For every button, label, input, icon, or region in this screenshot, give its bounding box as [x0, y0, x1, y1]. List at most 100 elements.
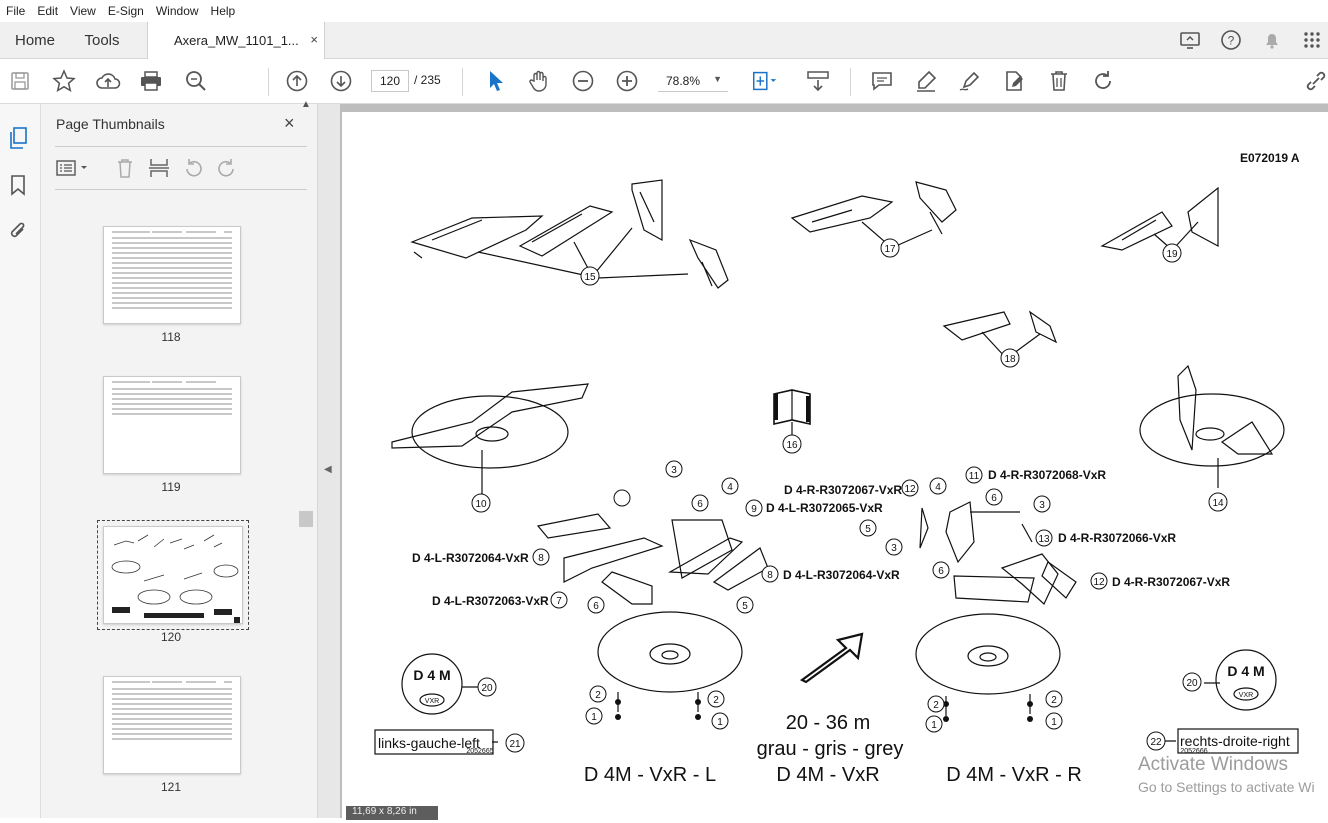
page-thumbnail[interactable]: [103, 676, 241, 774]
callout-number: 19: [1166, 249, 1178, 260]
menu-file[interactable]: File: [0, 4, 31, 18]
panel-title: Page Thumbnails: [56, 116, 165, 132]
comment-icon[interactable]: [868, 67, 896, 95]
badge-main-right: D 4 M: [1227, 663, 1264, 679]
chevron-down-icon: ▼: [713, 74, 722, 84]
rotate-counterclockwise-icon[interactable]: [181, 156, 205, 180]
panel-divider: [55, 189, 307, 190]
panel-splitter[interactable]: ◀: [318, 104, 340, 818]
page-thumbnail-current[interactable]: [97, 520, 249, 630]
scroll-up-icon[interactable]: ▲: [301, 99, 311, 110]
callout-number: 3: [1039, 500, 1045, 511]
tab-document-title: Axera_MW_1101_1...: [174, 33, 299, 48]
callout-number: 8: [538, 553, 544, 564]
tab-bar: Home Tools Axera_MW_1101_1... × ?: [0, 22, 1328, 59]
part-label: D 4-R-R3072068-VxR: [988, 468, 1106, 482]
page-thumbnail[interactable]: [103, 376, 241, 474]
scroll-mode-icon[interactable]: [804, 67, 832, 95]
callout-number: 6: [938, 566, 944, 577]
tab-tools[interactable]: Tools: [72, 22, 132, 58]
panel-close-button[interactable]: ×: [284, 113, 295, 134]
model-right-text: D 4M - VxR - R: [946, 764, 1082, 786]
callout-number: 1: [1051, 717, 1057, 728]
menu-edit[interactable]: Edit: [31, 4, 64, 18]
callout-number: 5: [742, 601, 748, 612]
page-thumbnail[interactable]: [103, 226, 241, 324]
page-thumbnails-icon[interactable]: [8, 126, 30, 155]
tab-document[interactable]: Axera_MW_1101_1... ×: [147, 22, 325, 59]
zoom-in-icon[interactable]: [613, 67, 641, 95]
callout-number: 2: [933, 700, 939, 711]
working-range-text: 20 - 36 m: [786, 712, 870, 734]
thumbnail-page-label: 119: [161, 480, 181, 494]
hand-tool-icon[interactable]: [525, 67, 553, 95]
callout-number: 9: [751, 504, 757, 515]
bookmark-star-icon[interactable]: [50, 67, 78, 95]
callout-number: 3: [671, 465, 677, 476]
zoom-out-icon[interactable]: [569, 67, 597, 95]
callout-number: 4: [935, 482, 941, 493]
activation-watermark-sub: Go to Settings to activate Wi: [1138, 779, 1315, 795]
tab-close-button[interactable]: ×: [310, 32, 318, 47]
scrollbar-thumb[interactable]: [299, 511, 313, 527]
part-label: D 4-L-R3072064-VxR: [783, 568, 900, 582]
print-icon[interactable]: [137, 67, 165, 95]
callout-number: 1: [591, 712, 597, 723]
select-cursor-icon[interactable]: [481, 67, 509, 95]
save-icon[interactable]: [6, 67, 34, 95]
callout-number: 16: [786, 440, 798, 451]
zoom-level-select[interactable]: 78.8% ▼: [658, 70, 728, 92]
model-left-text: D 4M - VxR - L: [584, 764, 716, 786]
part-label: D 4-L-R3072063-VxR: [432, 594, 549, 608]
callout-number: 20: [481, 683, 493, 694]
document-page: 15 17 19 18 16 10 14 3 4 6 9 11 12 4 6 3 5 3 13 8 7 6 5 8 6 12 2 1 2…: [342, 112, 1328, 818]
callout-number: 22: [1150, 737, 1162, 748]
draw-sign-icon[interactable]: [956, 67, 984, 95]
edit-text-icon[interactable]: [1000, 67, 1028, 95]
model-center-text: D 4M - VxR: [776, 764, 879, 786]
menu-window[interactable]: Window: [150, 4, 205, 18]
apps-grid-icon[interactable]: [1298, 26, 1326, 54]
link-icon[interactable]: [1303, 67, 1328, 95]
page-number-input[interactable]: 120: [371, 70, 409, 92]
collapse-panel-icon[interactable]: ◀: [324, 464, 332, 475]
highlight-pen-icon[interactable]: [912, 67, 940, 95]
previous-page-icon[interactable]: [283, 67, 311, 95]
menu-view[interactable]: View: [64, 4, 102, 18]
callout-number: 15: [584, 272, 596, 283]
rotate-clockwise-icon[interactable]: [215, 156, 239, 180]
thumbnail-options-icon[interactable]: [55, 156, 91, 180]
activation-watermark: Activate Windows: [1138, 754, 1288, 775]
callout-number: 6: [991, 493, 997, 504]
callout-number: 8: [767, 570, 773, 581]
upload-cloud-icon[interactable]: [94, 67, 122, 95]
panel-divider: [55, 146, 307, 147]
delete-page-icon[interactable]: [115, 156, 135, 180]
thumbnail-page-label: 121: [160, 780, 182, 794]
menu-esign[interactable]: E-Sign: [102, 4, 150, 18]
zoom-search-icon[interactable]: [182, 67, 210, 95]
delete-trash-icon[interactable]: [1045, 67, 1073, 95]
thumbnail-scrollbar[interactable]: ▲: [299, 95, 313, 715]
tab-home[interactable]: Home: [0, 22, 70, 58]
fit-page-icon[interactable]: [750, 67, 778, 95]
share-screen-icon[interactable]: [1176, 26, 1204, 54]
rotate-icon[interactable]: [1089, 67, 1117, 95]
attachments-paperclip-icon[interactable]: [8, 220, 28, 247]
callout-number: 7: [556, 596, 562, 607]
callout-number: 5: [865, 524, 871, 535]
help-icon[interactable]: ?: [1217, 26, 1245, 54]
callout-number: 3: [891, 543, 897, 554]
notification-bell-icon[interactable]: [1258, 26, 1286, 54]
menu-help[interactable]: Help: [205, 4, 242, 18]
zoom-level-value: 78.8%: [666, 73, 701, 88]
callout-number: 14: [1212, 498, 1224, 509]
next-page-icon[interactable]: [327, 67, 355, 95]
menu-bar: File Edit View E-Sign Window Help: [0, 0, 1328, 22]
badge-sub-left: VXR: [425, 698, 439, 705]
insert-page-icon[interactable]: [147, 156, 171, 180]
callout-number: 1: [717, 717, 723, 728]
callout-number: 6: [697, 499, 703, 510]
bookmarks-icon[interactable]: [9, 174, 27, 201]
badge-main-left: D 4 M: [413, 667, 450, 683]
